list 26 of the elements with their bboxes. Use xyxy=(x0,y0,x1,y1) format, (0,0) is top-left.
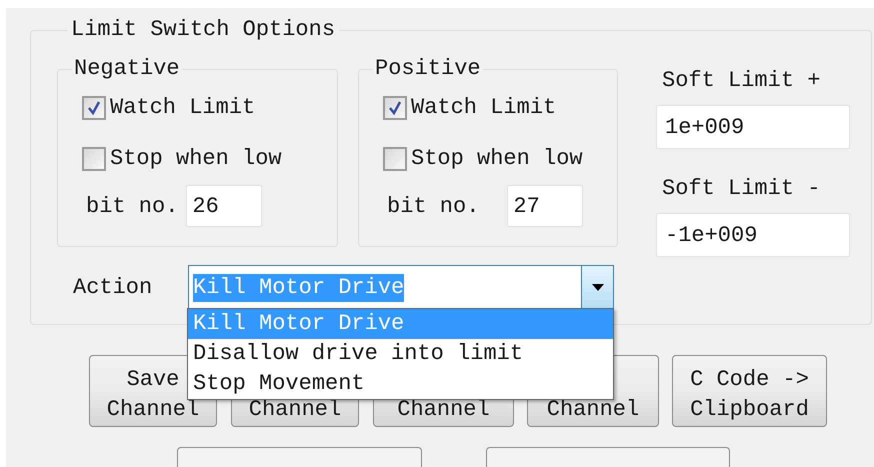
caret-icon xyxy=(592,284,604,292)
soft-limit-field[interactable]: -1e+009 xyxy=(656,213,850,257)
action-label: Action xyxy=(73,274,154,302)
soft-limit-field[interactable]: 1e+009 xyxy=(656,105,850,149)
bit-field[interactable]: 27 xyxy=(507,185,584,227)
bit-field[interactable]: 26 xyxy=(186,185,262,227)
bit-label: bit no. xyxy=(86,192,178,220)
dropdown-arrow-button[interactable] xyxy=(581,266,613,309)
checkbox-label: Watch Limit xyxy=(110,94,256,122)
checkbox[interactable] xyxy=(82,96,106,120)
checkmark-icon xyxy=(86,100,102,116)
checkmark-icon xyxy=(387,100,403,116)
checkbox-label: Stop when low xyxy=(411,145,583,173)
channel-button[interactable]: C Code -> Clipboard xyxy=(672,355,827,427)
checkbox[interactable] xyxy=(383,96,407,120)
checkbox[interactable] xyxy=(383,146,407,170)
limit-title: Negative xyxy=(73,57,181,81)
dropdown-value: Kill Motor Drive xyxy=(193,274,404,302)
soft-limit-label: Soft Limit - xyxy=(662,175,822,203)
bit-label: bit no. xyxy=(387,192,480,220)
soft-limit-label: Soft Limit + xyxy=(662,67,822,95)
checkbox[interactable] xyxy=(82,146,106,170)
checkbox-label: Stop when low xyxy=(110,145,282,173)
limit-title: Positive xyxy=(374,57,482,81)
group-title: Limit Switch Options xyxy=(70,18,336,42)
checkbox-label: Watch Limit xyxy=(411,94,556,122)
